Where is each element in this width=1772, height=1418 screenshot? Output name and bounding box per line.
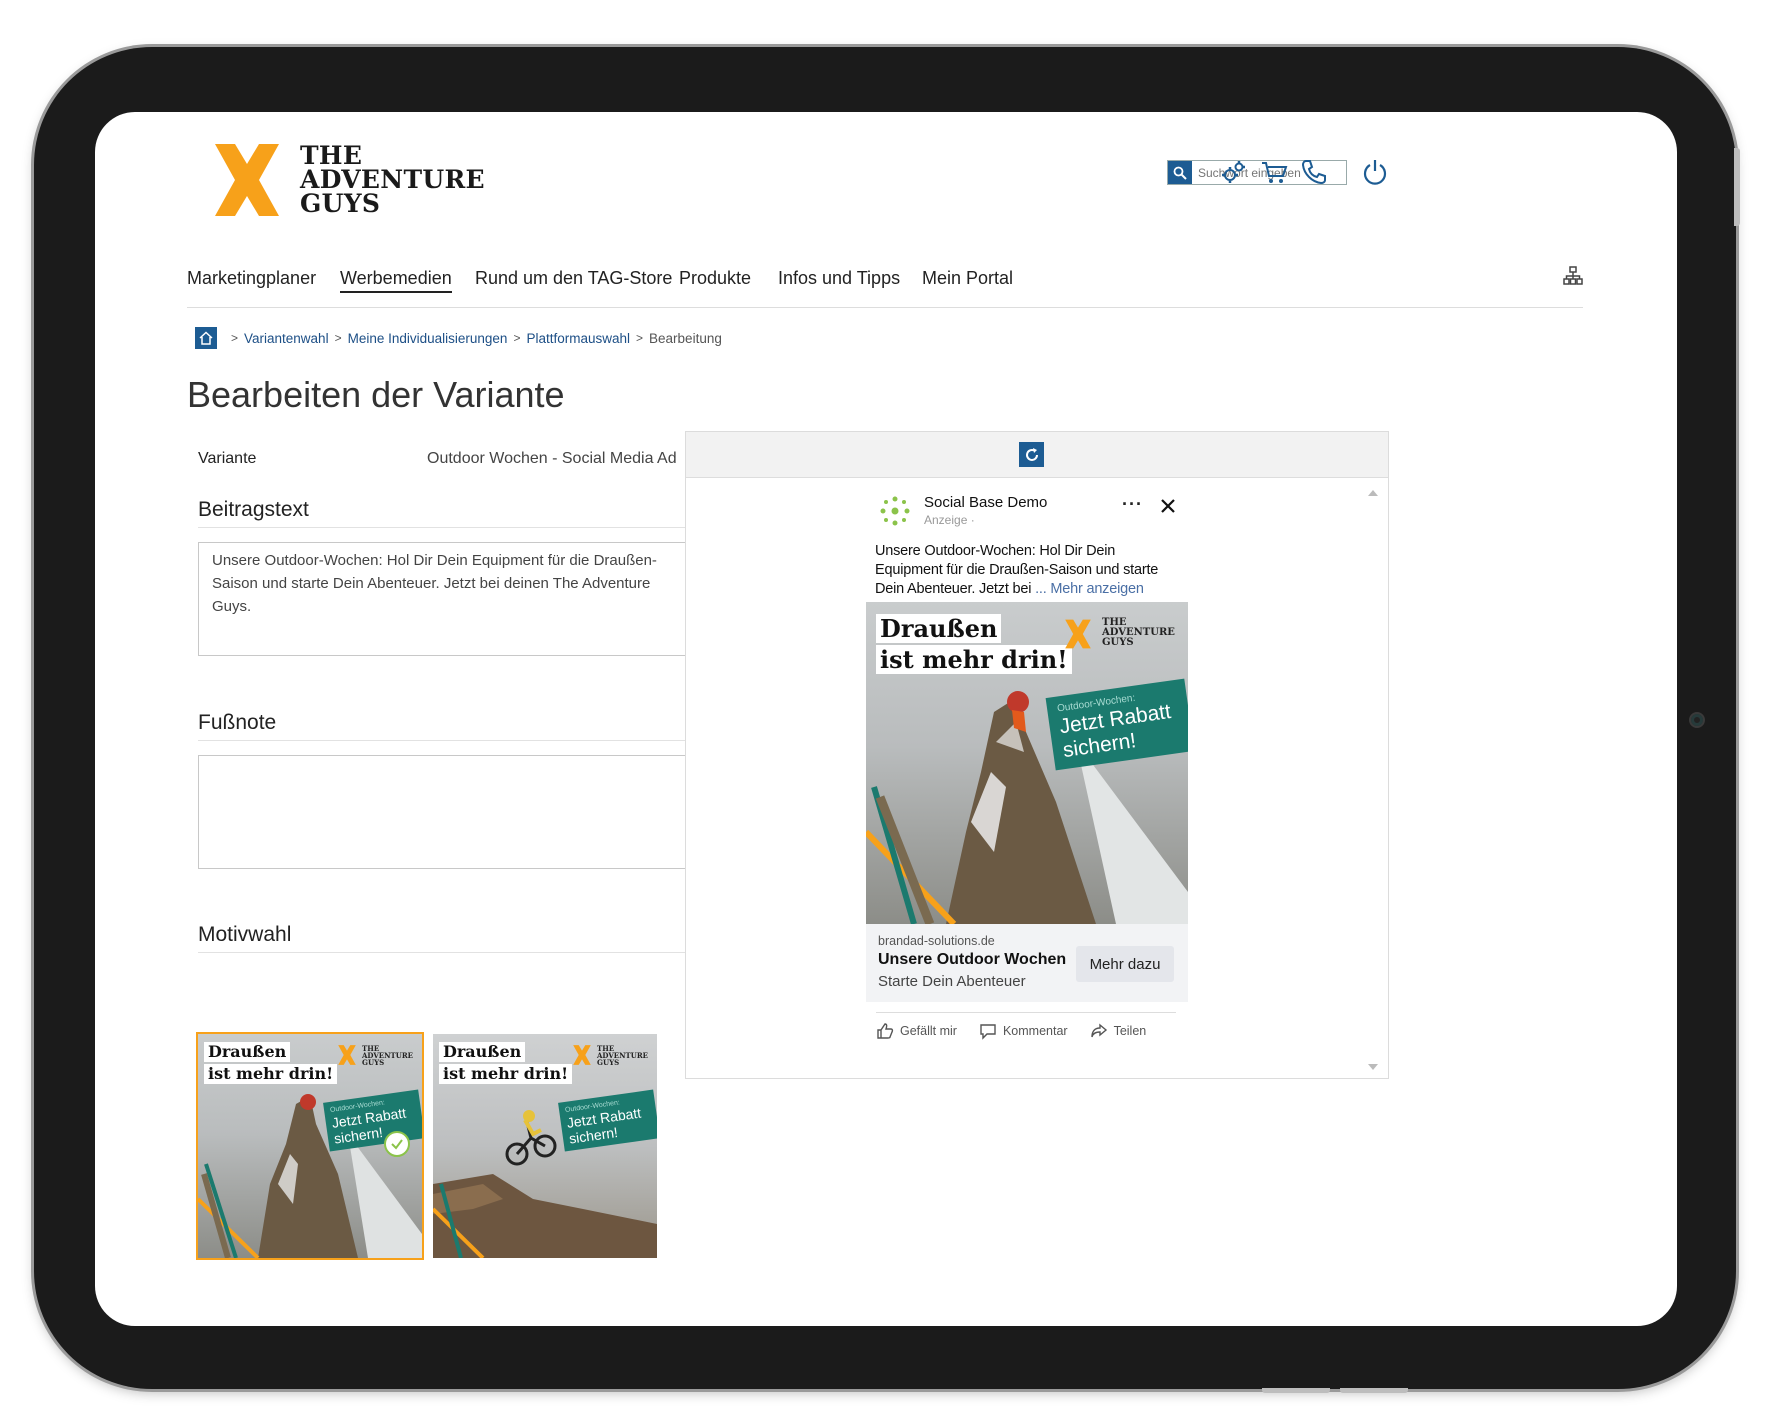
motif-logo-mark <box>573 1045 591 1065</box>
fb-domain: brandad-solutions.de <box>878 934 995 948</box>
cta-button[interactable]: Mehr dazu <box>1076 946 1174 982</box>
refresh-icon[interactable] <box>1019 442 1044 467</box>
page-avatar-icon <box>880 496 910 526</box>
variant-label: Variante <box>198 450 257 467</box>
main-nav: Marketingplaner Werbemedien Rund um den … <box>187 258 1583 308</box>
fb-post-text: Unsere Outdoor-Wochen: Hol Dir Dein Equi… <box>875 542 1183 599</box>
power-icon[interactable] <box>1359 156 1391 188</box>
post-text-field[interactable]: Unsere Outdoor-Wochen: Hol Dir Dein Equi… <box>198 542 730 656</box>
preview-scrollbar[interactable] <box>1366 488 1380 1070</box>
motif-headline: Draußen ist mehr drin! <box>439 1042 573 1086</box>
phone-icon[interactable] <box>1298 156 1330 188</box>
motif-headline-line: ist mehr drin! <box>439 1064 573 1084</box>
motif-headline-line: Draußen <box>204 1042 291 1062</box>
breadcrumb-separator: > <box>636 331 644 345</box>
breadcrumb-item[interactable]: Meine Individualisierungen <box>348 331 508 346</box>
ad-headline-line: ist mehr drin! <box>876 645 1072 674</box>
like-button[interactable]: Gefällt mir <box>876 1022 957 1040</box>
comment-button[interactable]: Kommentar <box>979 1022 1068 1040</box>
footnote-heading: Fußnote <box>198 711 746 741</box>
motif-option-biker[interactable]: Draußen ist mehr drin! THE ADVENTURE GUYS … <box>433 1034 657 1258</box>
breadcrumb-item[interactable]: Variantenwahl <box>244 331 329 346</box>
logo-line: GUYS <box>1102 637 1134 648</box>
nav-item-produkte[interactable]: Produkte <box>679 268 751 289</box>
nav-item-infos-tipps[interactable]: Infos und Tipps <box>778 268 900 289</box>
fb-action-bar: Gefällt mir Kommentar Teilen <box>876 1012 1176 1048</box>
post-text-value: Unsere Outdoor-Wochen: Hol Dir Dein Equi… <box>212 552 657 615</box>
nav-item-marketingplaner[interactable]: Marketingplaner <box>187 268 316 289</box>
share-label: Teilen <box>1113 1023 1147 1038</box>
nav-item-tag-store[interactable]: Rund um den TAG-Store <box>475 268 672 289</box>
ad-preview-panel: Social Base Demo Anzeige · ··· Unsere Ou… <box>685 431 1389 1079</box>
thumbs-up-icon <box>877 1022 894 1039</box>
breadcrumb: > Variantenwahl > Meine Individualisieru… <box>195 327 722 349</box>
brand-logo-text[interactable]: THE ADVENTURE GUYS <box>300 143 485 218</box>
breadcrumb-item[interactable]: Plattformauswahl <box>526 331 630 346</box>
breadcrumb-separator: > <box>334 331 342 345</box>
comment-label: Kommentar <box>1002 1023 1068 1038</box>
fb-description: Starte Dein Abenteuer <box>878 973 1026 990</box>
scroll-down-arrow[interactable] <box>1368 1064 1378 1070</box>
gears-icon[interactable] <box>1218 156 1250 188</box>
tablet-side-button <box>1734 148 1740 226</box>
brand-logo-mark[interactable] <box>207 140 287 220</box>
preview-toolbar <box>686 432 1388 478</box>
ad-logo-mark <box>1065 619 1091 649</box>
variant-value: Outdoor Wochen - Social Media Ad <box>427 450 677 467</box>
nav-item-mein-portal[interactable]: Mein Portal <box>922 268 1013 289</box>
motif-headline-line: ist mehr drin! <box>204 1064 338 1084</box>
breadcrumb-separator: > <box>513 331 521 345</box>
breadcrumb-separator: > <box>231 331 239 345</box>
more-options-icon[interactable]: ··· <box>1122 494 1143 515</box>
tablet-bottom-button <box>1340 1388 1408 1393</box>
footnote-field[interactable] <box>198 755 730 869</box>
search-icon[interactable] <box>1168 161 1192 184</box>
post-text-heading: Beitragstext <box>198 498 746 528</box>
screen: THE ADVENTURE GUYS Marketingplaner Werbe… <box>95 112 1677 1326</box>
motif-headline: Draußen ist mehr drin! <box>204 1042 338 1086</box>
home-icon[interactable] <box>195 327 217 349</box>
ad-creative[interactable]: Draußen ist mehr drin! THE ADVENTURE GUYS … <box>866 602 1188 924</box>
fb-sponsored-label: Anzeige · <box>924 513 975 527</box>
like-label: Gefällt mir <box>900 1023 957 1038</box>
tablet-bottom-button <box>1262 1388 1330 1393</box>
motif-headline-line: Draußen <box>439 1042 526 1062</box>
nav-item-werbemedien[interactable]: Werbemedien <box>340 268 452 293</box>
ad-headline-line: Draußen <box>876 614 1002 643</box>
scroll-up-arrow[interactable] <box>1368 490 1378 496</box>
fb-page-name[interactable]: Social Base Demo <box>924 494 1047 511</box>
logo-line: GUYS <box>300 189 381 218</box>
fb-link-footer[interactable]: brandad-solutions.de Unsere Outdoor Woch… <box>866 924 1188 1002</box>
cart-icon[interactable] <box>1258 156 1290 188</box>
sitemap-icon[interactable] <box>1563 266 1583 286</box>
logo-line: GUYS <box>597 1058 620 1067</box>
logo-line: GUYS <box>362 1058 385 1067</box>
share-icon <box>1090 1023 1107 1037</box>
motif-logo-text: THE ADVENTURE GUYS <box>597 1045 648 1066</box>
ad-headline: Draußen ist mehr drin! <box>876 614 1072 676</box>
tablet-camera <box>1689 712 1705 728</box>
ad-logo-text: THE ADVENTURE GUYS <box>1102 618 1175 648</box>
motif-logo-text: THE ADVENTURE GUYS <box>362 1045 413 1066</box>
fb-more-link[interactable]: ... Mehr anzeigen <box>1035 581 1144 597</box>
breadcrumb-current: Bearbeitung <box>649 330 722 346</box>
motif-logo-mark <box>338 1045 356 1065</box>
comment-icon <box>980 1023 996 1040</box>
page-title: Bearbeiten der Variante <box>187 374 565 415</box>
fb-headline: Unsere Outdoor Wochen <box>878 951 1067 968</box>
close-icon[interactable] <box>1160 498 1176 514</box>
share-button[interactable]: Teilen <box>1090 1022 1147 1040</box>
motif-heading: Motivwahl <box>198 923 746 953</box>
selected-check-icon <box>384 1131 410 1157</box>
